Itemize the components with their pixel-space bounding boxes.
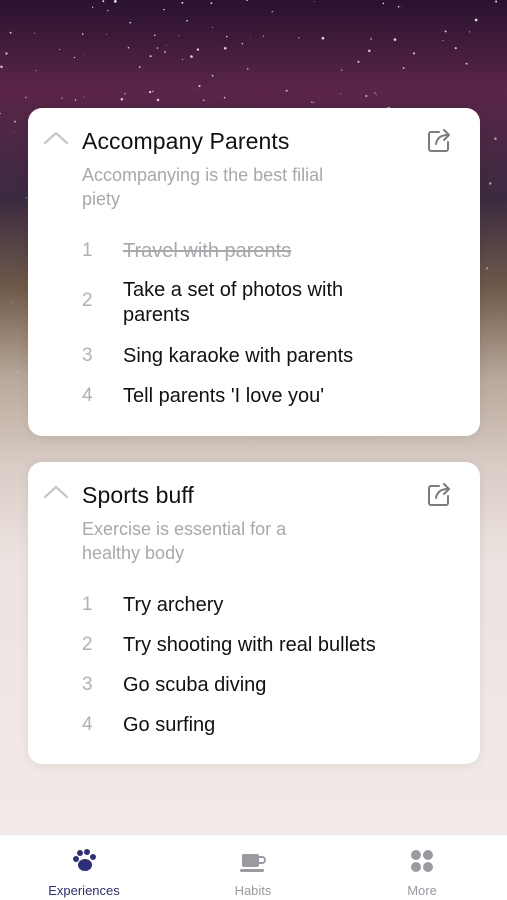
item-text: Take a set of photos with parents [123,279,344,326]
bottom-tab-bar: Experiences Habits More [0,834,507,900]
list-item[interactable]: 2 Try shooting with real bullets [28,632,480,658]
item-text: Go scuba diving [123,673,267,696]
item-number: 4 [82,385,93,406]
item-number: 1 [82,594,93,615]
item-text: Try shooting with real bullets [123,633,376,656]
tab-label: More [407,883,437,898]
list-item[interactable]: 1 Try archery [28,592,480,618]
list-item[interactable]: 1 Travel with parents [28,238,480,264]
item-number: 2 [82,290,93,311]
chevron-up-icon[interactable] [42,128,70,148]
item-text: Go surfing [123,713,216,736]
card-title: Sports buff [82,482,194,508]
list-item[interactable]: 4 Tell parents 'I love you' [28,383,480,409]
item-number: 1 [82,240,93,261]
tab-more[interactable]: More [352,835,492,900]
item-number: 3 [82,345,93,366]
list-item[interactable]: 2 Take a set of photos with parents [28,278,480,330]
chevron-up-icon[interactable] [42,482,70,502]
coffee-cup-icon [240,854,266,872]
list-item[interactable]: 4 Go surfing [28,712,480,738]
share-icon[interactable] [426,126,454,154]
item-text: Sing karaoke with parents [123,344,354,367]
item-text: Tell parents 'I love you' [123,384,325,407]
item-number: 3 [82,674,93,695]
tab-label: Experiences [48,883,120,898]
experience-card-accompany-parents[interactable]: Accompany Parents Accompanying is the be… [28,108,480,436]
card-subtitle: Exercise is essential for a healthy body [82,519,287,563]
card-title: Accompany Parents [82,128,290,154]
share-icon[interactable] [426,480,454,508]
card-subtitle: Accompanying is the best filial piety [82,165,324,209]
item-number: 4 [82,714,93,735]
tab-habits[interactable]: Habits [183,835,323,900]
tab-experiences[interactable]: Experiences [14,835,154,900]
list-item[interactable]: 3 Go scuba diving [28,672,480,698]
grid-icon [411,850,433,872]
paw-icon [73,849,96,871]
list-item[interactable]: 3 Sing karaoke with parents [28,343,480,369]
item-number: 2 [82,634,93,655]
item-text: Travel with parents [123,239,292,262]
experience-card-sports-buff[interactable]: Sports buff Exercise is essential for a … [28,462,480,764]
tab-label: Habits [234,883,272,898]
app-screen: Accompany Parents Accompanying is the be… [0,0,507,900]
item-text: Try archery [123,593,224,616]
